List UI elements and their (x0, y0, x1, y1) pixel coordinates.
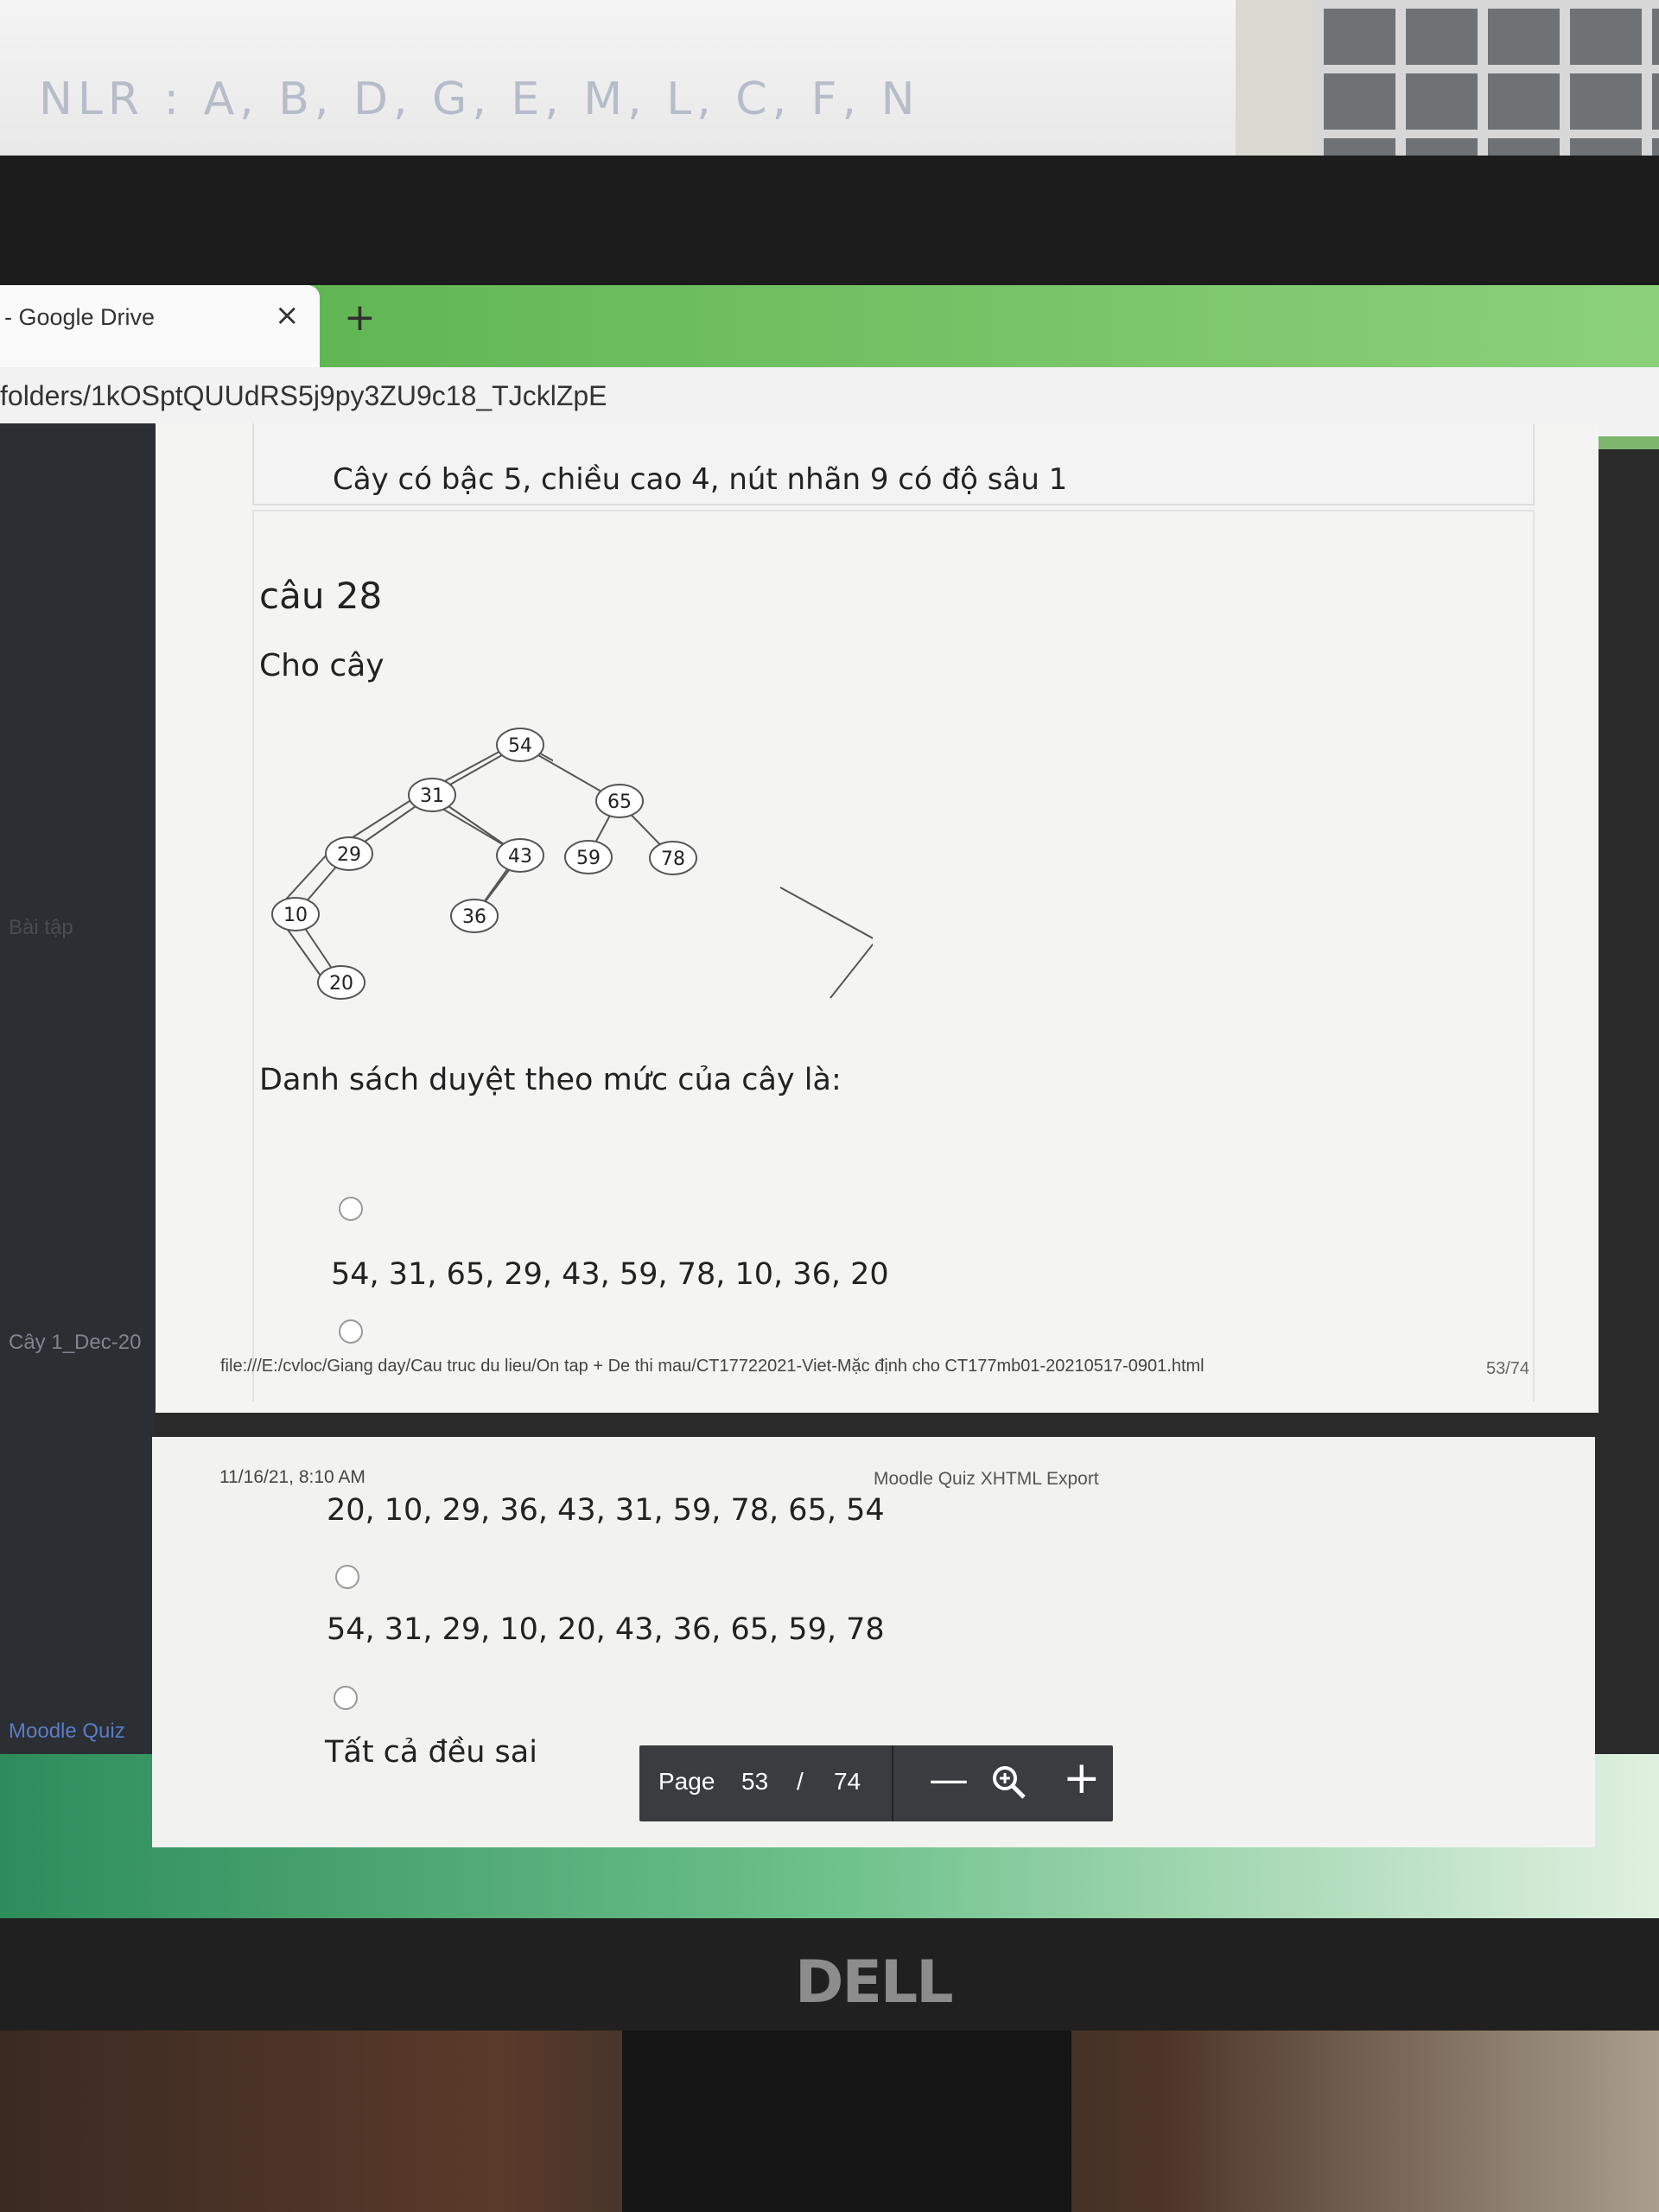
new-tab-button[interactable]: + (344, 296, 376, 340)
svg-text:20: 20 (329, 973, 353, 995)
answer-radio-d[interactable] (334, 1686, 358, 1710)
answer-option-c[interactable]: 54, 31, 29, 10, 20, 43, 36, 65, 59, 78 (327, 1612, 885, 1647)
zoom-in-button[interactable]: + (1063, 1752, 1101, 1804)
sidebar-item-cay[interactable]: Cây 1_Dec-20 (9, 1331, 141, 1355)
page-header-date: 11/16/21, 8:10 AM (219, 1467, 365, 1487)
tree-node: 31 (408, 778, 456, 812)
close-icon[interactable]: × (275, 298, 300, 333)
svg-text:36: 36 (462, 906, 486, 928)
answer-option-b[interactable]: 20, 10, 29, 36, 43, 31, 59, 78, 65, 54 (327, 1493, 885, 1528)
page-footer-number: 53/74 (1486, 1359, 1530, 1378)
svg-text:10: 10 (283, 905, 308, 926)
page-number-input[interactable]: 53 (741, 1768, 768, 1796)
tree-node: 78 (649, 841, 697, 875)
sidebar-item-moodle-quiz[interactable]: Moodle Quiz (9, 1719, 125, 1744)
page-total: 74 (834, 1768, 861, 1795)
tree-node: 59 (564, 840, 613, 874)
svg-text:59: 59 (576, 848, 601, 869)
svg-text:78: 78 (661, 849, 685, 870)
question-prompt: Danh sách duyệt theo mức của cây là: (259, 1063, 842, 1097)
monitor-screen: - Google Drive × + folders/1kOSptQUUdRS5… (0, 285, 1659, 1918)
sidebar-item-bai-tap[interactable]: Bài tập (9, 916, 73, 940)
page-header-title: Moodle Quiz XHTML Export (874, 1469, 1099, 1489)
pdf-page-toolbar: Page 53 / 74 — + (639, 1745, 1113, 1821)
zoom-icon[interactable] (989, 1763, 1027, 1801)
tree-node: 43 (496, 838, 544, 873)
answer-option-d[interactable]: Tất cả đều sai (325, 1735, 537, 1770)
tree-node: 65 (595, 784, 644, 818)
monitor-stand (622, 2031, 1071, 2212)
tab-title: - Google Drive (4, 304, 156, 330)
svg-text:31: 31 (420, 785, 444, 807)
viewer-right-margin (1590, 449, 1659, 1754)
answer-radio-a[interactable] (339, 1197, 363, 1221)
pdf-page-53: Cây có bậc 5, chiều cao 4, nút nhãn 9 có… (156, 423, 1599, 1413)
toolbar-divider (892, 1745, 893, 1821)
tree-node: 29 (325, 836, 373, 871)
tree-node: 36 (450, 899, 499, 933)
address-bar-url[interactable]: folders/1kOSptQUUdRS5j9py3ZU9c18_TJcklZp… (0, 380, 607, 412)
drive-sidebar: Bài tập Cây 1_Dec-20 Moodle Quiz (0, 423, 156, 1754)
answer-option-a[interactable]: 54, 31, 65, 29, 43, 59, 78, 10, 36, 20 (331, 1257, 889, 1292)
page-separator-slash: / (797, 1768, 804, 1795)
page-label: Page (658, 1768, 715, 1795)
answer-radio-c[interactable] (335, 1565, 359, 1589)
dell-logo: DELL (795, 1948, 954, 2017)
zoom-out-button[interactable]: — (929, 1756, 969, 1802)
tree-node: 10 (271, 897, 320, 931)
tree-node: 20 (317, 965, 365, 1000)
tree-node: 54 (496, 728, 544, 762)
svg-text:29: 29 (337, 844, 361, 866)
whiteboard-text: NLR : A, B, D, G, E, M, L, C, F, N (39, 73, 920, 125)
svg-text:54: 54 (508, 735, 532, 757)
svg-text:65: 65 (607, 791, 632, 813)
page-footer-url: file:///E:/cvloc/Giang day/Cau truc du l… (220, 1357, 1205, 1376)
page-separator (156, 1413, 1599, 1437)
svg-text:43: 43 (508, 846, 532, 868)
answer-radio-b[interactable] (339, 1319, 363, 1344)
